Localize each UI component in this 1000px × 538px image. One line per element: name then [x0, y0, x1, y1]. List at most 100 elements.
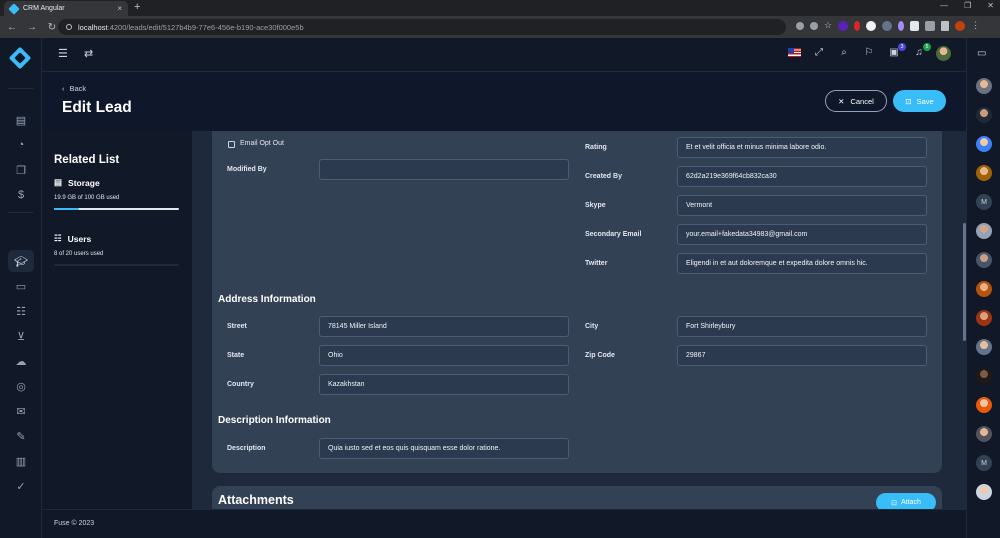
- tab-close-icon[interactable]: ×: [117, 4, 122, 13]
- save-button[interactable]: ⊡ Save: [893, 90, 946, 112]
- contact-avatar[interactable]: [976, 484, 992, 500]
- support-icon[interactable]: ◎: [8, 375, 34, 397]
- attach-label: Attach: [901, 499, 921, 506]
- modified-by-label: Modified By: [227, 166, 267, 173]
- contact-avatar[interactable]: [976, 165, 992, 181]
- extensions-area: ☆ ⋮: [796, 20, 980, 31]
- storage-label: Storage: [68, 177, 100, 188]
- share-icon[interactable]: [810, 21, 818, 30]
- us-flag-icon[interactable]: [788, 48, 801, 57]
- state-field[interactable]: Ohio: [319, 345, 569, 366]
- academic-cap-icon[interactable]: 🎓︎: [8, 250, 34, 272]
- extension-icon[interactable]: [882, 20, 893, 31]
- contact-avatar[interactable]: [976, 397, 992, 413]
- zip-code-field[interactable]: 29867: [677, 345, 927, 366]
- modified-by-field[interactable]: [319, 159, 569, 180]
- puzzle-icon[interactable]: [925, 20, 936, 31]
- bell-icon[interactable]: ♫ 5: [912, 43, 931, 61]
- address-bar[interactable]: localhost:4200/leads/edit/5127b4b9-77e6-…: [58, 19, 786, 35]
- contact-avatar[interactable]: [976, 368, 992, 384]
- cloud-icon[interactable]: ☁: [8, 350, 34, 372]
- contact-initial-avatar[interactable]: M: [976, 194, 992, 210]
- users-label: Users: [67, 233, 92, 244]
- created-by-field[interactable]: 62d2a219e369f64cb832ca30: [677, 166, 927, 187]
- chat-icon[interactable]: ▭: [8, 275, 34, 297]
- app-logo-icon[interactable]: [8, 46, 32, 70]
- profile-icon[interactable]: [955, 20, 966, 31]
- chat-bubble-icon[interactable]: ▭: [977, 48, 986, 59]
- city-field[interactable]: Fort Shirleybury: [677, 316, 927, 337]
- email-opt-out-checkbox[interactable]: [228, 141, 235, 148]
- star-icon[interactable]: ☆: [824, 20, 832, 31]
- twitter-field[interactable]: Eligendi in et aut doloremque et expedit…: [677, 253, 927, 274]
- bookmark-icon[interactable]: ⚐: [862, 47, 876, 61]
- description-label: Description: [227, 445, 266, 452]
- contact-avatar[interactable]: [976, 252, 992, 268]
- back-link[interactable]: ‹ Back: [62, 84, 86, 93]
- back-arrow-icon[interactable]: ←: [6, 22, 18, 33]
- extension-icon[interactable]: [910, 20, 920, 31]
- attachments-title: Attachments: [218, 493, 294, 507]
- contact-initial-avatar[interactable]: M: [976, 455, 992, 471]
- close-icon: ✕: [838, 96, 845, 106]
- mail-icon[interactable]: ✉: [8, 400, 34, 422]
- swap-arrows-icon[interactable]: ⇄: [84, 47, 93, 60]
- skype-label: Skype: [585, 202, 606, 209]
- secondary-email-field[interactable]: your.email+fakedata34983@gmail.com: [677, 224, 927, 245]
- left-navigation-rail: ▤ ◔ ❐ $ 🎓︎ ▭ ☷ ⊻ ☁ ◎ ✉ ✎ ▥ ✓: [0, 38, 42, 538]
- extension-icon[interactable]: [838, 20, 849, 31]
- key-icon[interactable]: [796, 21, 804, 30]
- description-field[interactable]: Quia iusto sed et eos quis quisquam esse…: [319, 438, 569, 459]
- attach-button[interactable]: ⊡ Attach: [876, 493, 936, 509]
- cart-icon[interactable]: ⊻: [8, 325, 34, 347]
- columns-icon[interactable]: ▥: [8, 450, 34, 472]
- forward-arrow-icon[interactable]: →: [26, 22, 38, 33]
- user-group-icon[interactable]: ☷: [8, 300, 34, 322]
- skype-field[interactable]: Vermont: [677, 195, 927, 216]
- menu-dots-icon[interactable]: ⋮: [971, 20, 980, 31]
- pie-chart-icon[interactable]: ◔: [8, 134, 34, 156]
- storage-usage-text: 19.9 GB of 100 GB used: [54, 195, 120, 201]
- clipboard-icon[interactable]: ▤: [8, 109, 34, 131]
- cards-icon[interactable]: ❐: [8, 159, 34, 181]
- sidebar-icon[interactable]: [941, 20, 950, 31]
- rating-field[interactable]: Et et velit officia et minus minima labo…: [677, 137, 927, 158]
- maximize-icon[interactable]: ❐: [964, 1, 971, 10]
- contact-avatar[interactable]: [976, 223, 992, 239]
- user-avatar[interactable]: [936, 46, 951, 61]
- contact-avatar[interactable]: [976, 310, 992, 326]
- cancel-button[interactable]: ✕ Cancel: [825, 90, 887, 112]
- contact-avatar[interactable]: [976, 107, 992, 123]
- storage-heading[interactable]: ▤ Storage: [54, 177, 100, 188]
- street-field[interactable]: 78145 Miller Island: [319, 316, 569, 337]
- new-tab-icon[interactable]: +: [134, 1, 140, 13]
- country-field[interactable]: Kazakhstan: [319, 374, 569, 395]
- attachments-card: Attachments ⊡ Attach: [212, 486, 942, 509]
- minimize-icon[interactable]: —: [940, 1, 948, 10]
- reload-icon[interactable]: ↻: [46, 22, 58, 33]
- close-window-icon[interactable]: ✕: [987, 1, 994, 10]
- inbox-icon[interactable]: ▣ 3: [887, 43, 906, 61]
- dollar-icon[interactable]: $: [8, 184, 34, 206]
- site-info-icon[interactable]: [66, 24, 72, 30]
- extension-icon[interactable]: [854, 20, 861, 31]
- extension-icon[interactable]: [898, 20, 905, 31]
- contact-avatar[interactable]: [976, 78, 992, 94]
- fullscreen-icon[interactable]: ⤢: [812, 47, 826, 61]
- page-title: Edit Lead: [62, 99, 132, 116]
- chevron-left-icon: ‹: [62, 84, 65, 93]
- contact-avatar[interactable]: [976, 339, 992, 355]
- contact-avatar[interactable]: [976, 281, 992, 297]
- edit-icon[interactable]: ✎: [8, 425, 34, 447]
- lead-form-card: Email Opt Out Modified By Rating Et et v…: [212, 131, 942, 473]
- contact-avatar[interactable]: [976, 136, 992, 152]
- browser-tab[interactable]: CRM Angular ×: [4, 1, 128, 16]
- search-icon[interactable]: ⌕: [837, 47, 851, 61]
- users-heading[interactable]: ☷ Users: [54, 233, 91, 244]
- page-title-bar: ‹ Back Edit Lead ✕ Cancel ⊡ Save: [42, 72, 966, 131]
- contact-avatar[interactable]: [976, 426, 992, 442]
- extension-icon[interactable]: [866, 20, 877, 31]
- menu-toggle-icon[interactable]: ☰: [58, 47, 68, 60]
- check-circle-icon[interactable]: ✓: [8, 475, 34, 497]
- storage-progress-bar: [54, 208, 179, 210]
